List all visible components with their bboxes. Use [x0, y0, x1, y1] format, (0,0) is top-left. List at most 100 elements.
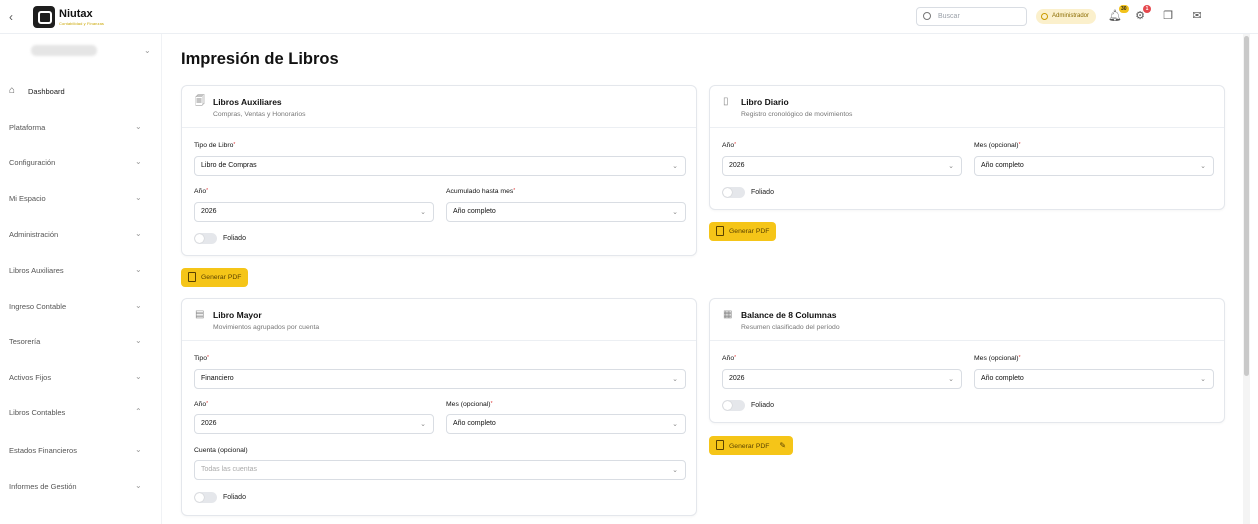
chevron-down-icon: ⌄: [420, 209, 426, 216]
mail-icon[interactable]: ✉: [1191, 10, 1203, 22]
button-label: Generar PDF: [729, 443, 770, 450]
mes-select[interactable]: Año completo ⌄: [974, 156, 1214, 176]
sidebar-item-dashboard[interactable]: ⌂ Dashboard: [0, 81, 162, 101]
sidebar-item-label: Dashboard: [28, 87, 65, 96]
foliado-toggle[interactable]: [722, 187, 745, 198]
search-placeholder: Buscar: [938, 13, 960, 20]
chevron-down-icon: ⌄: [672, 163, 678, 170]
field-label: Cuenta (opcional): [194, 447, 248, 454]
sidebar-item-informes-de-gestion[interactable]: Informes de Gestión ⌄: [0, 476, 162, 496]
tipo-libro-select[interactable]: Libro de Compras ⌄: [194, 156, 686, 176]
field-label: Año*: [722, 142, 737, 149]
card-balance-8-columnas: ▦ Balance de 8 Columnas Resumen clasific…: [709, 298, 1225, 423]
cuenta-select[interactable]: Todas las cuentas ⌄: [194, 460, 686, 480]
chevron-down-icon: ⌄: [1200, 163, 1206, 170]
acumulado-mes-select[interactable]: Año completo ⌄: [446, 202, 686, 222]
shield-icon: [1041, 13, 1048, 20]
sidebar-item-label: Libros Contables: [9, 408, 66, 417]
field-label: Tipo*: [194, 355, 209, 362]
card-header: ▦ Balance de 8 Columnas Resumen clasific…: [710, 299, 1224, 341]
chevron-down-icon: ⌄: [135, 481, 142, 490]
sidebar-item-libros-auxiliares[interactable]: Libros Auxiliares ⌄: [0, 260, 162, 280]
sidebar-item-activos-fijos[interactable]: Activos Fijos ⌄: [0, 367, 162, 387]
select-value: Año completo: [981, 162, 1024, 169]
field-label: Mes (opcional)*: [446, 401, 493, 408]
field-label: Año*: [194, 188, 209, 195]
field-label: Mes (opcional)*: [974, 142, 1021, 149]
chevron-down-icon: ⌄: [135, 301, 142, 310]
card-title: Libros Auxiliares: [213, 97, 282, 107]
card-subtitle: Movimientos agrupados por cuenta: [213, 324, 320, 331]
mes-select[interactable]: Año completo ⌄: [446, 414, 686, 434]
foliado-label: Foliado: [751, 402, 774, 409]
mes-select[interactable]: Año completo ⌄: [974, 369, 1214, 389]
file-pdf-icon: [188, 272, 196, 282]
generar-pdf-diario-button[interactable]: Generar PDF: [709, 222, 777, 241]
sidebar-item-libros-contables[interactable]: Libros Contables ⌃: [0, 402, 162, 422]
anio-select[interactable]: 2026 ⌄: [722, 156, 962, 176]
chevron-down-icon: ⌄: [672, 376, 678, 383]
sidebar-item-administracion[interactable]: Administración ⌄: [0, 224, 162, 244]
chevron-down-icon: ⌄: [948, 376, 954, 383]
sidebar-item-configuracion[interactable]: Configuración ⌄: [0, 152, 162, 172]
card-libros-auxiliares: 🗐 Libros Auxiliares Compras, Ventas y Ho…: [181, 85, 697, 256]
chevron-down-icon: ⌄: [135, 122, 142, 131]
chevron-left-icon[interactable]: ‹: [9, 10, 21, 24]
tipo-select[interactable]: Financiero ⌄: [194, 369, 686, 389]
card-header: ▯ Libro Diario Registro cronológico de m…: [710, 86, 1224, 128]
anio-select[interactable]: 2026 ⌄: [722, 369, 962, 389]
scrollbar-thumb[interactable]: [1244, 36, 1249, 376]
generar-pdf-balance-button[interactable]: Generar PDF ✎: [709, 436, 794, 455]
foliado-toggle[interactable]: [722, 400, 745, 411]
card-title: Balance de 8 Columnas: [741, 310, 837, 320]
file-pdf-icon: [716, 440, 724, 450]
document-stack-icon: 🗐: [195, 96, 205, 107]
select-value: Financiero: [201, 375, 234, 382]
file-pdf-icon: [716, 226, 724, 236]
anio-select[interactable]: 2026 ⌄: [194, 414, 434, 434]
search-input[interactable]: Buscar: [916, 7, 1027, 26]
chevron-down-icon: ⌄: [135, 336, 142, 345]
chevron-down-icon[interactable]: ⌄: [144, 46, 151, 55]
foliado-toggle[interactable]: [194, 492, 217, 503]
copy-icon[interactable]: ❐: [1162, 10, 1174, 22]
sidebar-item-label: Libros Auxiliares: [9, 266, 64, 275]
chevron-up-icon: ⌃: [135, 407, 142, 416]
field-label: Tipo de Libro*: [194, 142, 236, 149]
notifications-count-badge: 30: [1119, 5, 1129, 13]
foliado-label: Foliado: [223, 494, 246, 501]
role-badge[interactable]: Administrador: [1036, 9, 1097, 24]
sidebar-item-label: Plataforma: [9, 123, 46, 132]
sidebar-item-label: Estados Financieros: [9, 446, 77, 455]
sidebar-item-tesoreria[interactable]: Tesorería ⌄: [0, 331, 162, 351]
sidebar-item-estados-financieros[interactable]: Estados Financieros ⌄: [0, 440, 162, 460]
card-header: ▤ Libro Mayor Movimientos agrupados por …: [182, 299, 696, 341]
brand-logo: [33, 6, 55, 28]
chevron-down-icon: ⌄: [1200, 376, 1206, 383]
sidebar-item-label: Ingreso Contable: [9, 302, 67, 311]
card-libro-mayor: ▤ Libro Mayor Movimientos agrupados por …: [181, 298, 697, 516]
select-placeholder: Todas las cuentas: [201, 466, 258, 473]
card-subtitle: Registro cronológico de movimientos: [741, 111, 853, 118]
book-open-icon: ▯: [723, 96, 729, 107]
sidebar-item-plataforma[interactable]: Plataforma ⌄: [0, 117, 162, 137]
chevron-down-icon: ⌄: [948, 163, 954, 170]
search-icon: [923, 12, 931, 20]
home-icon: ⌂: [9, 85, 16, 96]
workspace-selector[interactable]: [31, 45, 97, 56]
generar-pdf-auxiliares-button[interactable]: Generar PDF: [181, 268, 249, 287]
sidebar-item-label: Informes de Gestión: [9, 482, 77, 491]
anio-select[interactable]: 2026 ⌄: [194, 202, 434, 222]
chevron-down-icon: ⌄: [672, 209, 678, 216]
sidebar-item-ingreso-contable[interactable]: Ingreso Contable ⌄: [0, 296, 162, 316]
foliado-label: Foliado: [223, 235, 246, 242]
chevron-down-icon: ⌄: [672, 421, 678, 428]
edit-icon[interactable]: ✎: [779, 436, 786, 455]
chevron-down-icon: ⌄: [420, 421, 426, 428]
foliado-toggle[interactable]: [194, 233, 217, 244]
select-value: 2026: [201, 420, 217, 427]
bell-icon[interactable]: 🔔︎: [1108, 10, 1122, 22]
chevron-down-icon: ⌄: [135, 157, 142, 166]
sidebar-item-mi-espacio[interactable]: Mi Espacio ⌄: [0, 188, 162, 208]
select-value: Libro de Compras: [201, 162, 257, 169]
